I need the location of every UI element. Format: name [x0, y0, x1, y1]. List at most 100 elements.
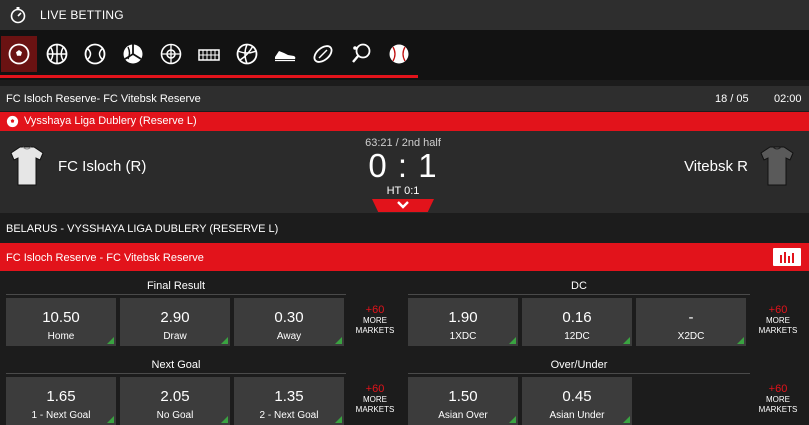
market-title-next-goal: Next Goal [151, 359, 201, 371]
odd-button-asian-under[interactable]: 0.45 Asian Under [522, 377, 632, 425]
trend-up-icon [107, 416, 114, 423]
market-divider [6, 294, 346, 295]
odd-button-draw[interactable]: 2.90 Draw [120, 298, 230, 346]
market-divider [408, 294, 750, 295]
sport-tab-ice-hockey[interactable] [191, 36, 227, 72]
sport-tab-athletics[interactable] [267, 36, 303, 72]
sport-tab-handball[interactable] [153, 36, 189, 72]
odd-button-asian-over[interactable]: 1.50 Asian Over [408, 377, 518, 425]
away-team-name: Vitebsk R [684, 158, 748, 175]
table-tennis-icon [352, 43, 371, 63]
more-markets-count: +60 [768, 383, 788, 395]
soccer-ball-icon [6, 115, 19, 131]
odd-button-x2dc[interactable]: - X2DC [636, 298, 746, 346]
odd-value: 2.05 [160, 388, 190, 405]
market-title-final-result: Final Result [146, 280, 206, 292]
market-divider [408, 373, 750, 374]
odd-value: 2.90 [160, 309, 190, 326]
more-markets-count: +60 [768, 304, 788, 316]
trend-up-icon [221, 337, 228, 344]
trend-up-icon [221, 416, 228, 423]
page-title: LIVE BETTING [40, 8, 124, 22]
odd-button-1-next-goal[interactable]: 1.65 1 - Next Goal [6, 377, 116, 425]
odd-button-12dc[interactable]: 0.16 12DC [522, 298, 632, 346]
more-markets-final-result[interactable]: +60 MORE MARKETS [352, 304, 398, 336]
odd-label: 2 - Next Goal [259, 410, 319, 421]
trend-up-icon [623, 337, 630, 344]
odd-value: 0.45 [562, 388, 592, 405]
trend-up-icon [737, 337, 744, 344]
sport-tab-volleyball[interactable] [115, 36, 151, 72]
more-markets-label: MORE MARKETS [355, 395, 395, 414]
chevron-down-icon [397, 201, 409, 209]
more-markets-over-under[interactable]: +60 MORE MARKETS [755, 383, 801, 415]
more-markets-count: +60 [365, 383, 385, 395]
sport-tab-table-tennis[interactable] [343, 36, 379, 72]
more-markets-label: MORE MARKETS [758, 395, 798, 414]
sport-tab-soccer[interactable] [1, 36, 37, 72]
trend-up-icon [509, 416, 516, 423]
away-shirt-icon [758, 145, 796, 192]
trend-up-icon [335, 416, 342, 423]
more-markets-dc[interactable]: +60 MORE MARKETS [755, 304, 801, 336]
event-bar: FC Isloch Reserve - FC Vitebsk Reserve [0, 243, 809, 271]
odd-value: 1.35 [274, 388, 304, 405]
stopwatch-icon [9, 6, 27, 29]
odd-button-no-goal[interactable]: 2.05 No Goal [120, 377, 230, 425]
league-title-row: BELARUS - VYSSHAYA LIGA DUBLERY (RESERVE… [0, 213, 809, 242]
volleyball-alt-icon [236, 43, 258, 65]
match-score: 0 : 1 [368, 147, 438, 184]
market-divider [6, 373, 346, 374]
odd-label: Away [276, 331, 302, 342]
statistics-button[interactable] [773, 248, 801, 266]
odd-button-1xdc[interactable]: 1.90 1XDC [408, 298, 518, 346]
odd-button-home[interactable]: 10.50 Home [6, 298, 116, 346]
more-markets-next-goal[interactable]: +60 MORE MARKETS [352, 383, 398, 415]
sport-tab-volleyball-alt[interactable] [229, 36, 265, 72]
market-title-over-under: Over/Under [550, 359, 608, 371]
top-bar: LIVE BETTING [0, 0, 809, 30]
match-header-title: FC Isloch Reserve- FC Vitebsk Reserve [6, 93, 201, 105]
odd-value: 0.30 [274, 309, 304, 326]
sport-tab-tennis[interactable] [77, 36, 113, 72]
odd-label: Asian Under [549, 410, 605, 421]
odd-value: 10.50 [42, 309, 80, 326]
basketball-icon [46, 43, 68, 65]
odd-value: 1.90 [448, 309, 478, 326]
odd-label: 12DC [564, 331, 590, 342]
event-title: FC Isloch Reserve - FC Vitebsk Reserve [6, 252, 204, 264]
more-markets-label: MORE MARKETS [355, 316, 395, 335]
odd-label: 1XDC [449, 331, 477, 342]
collapse-button[interactable] [372, 199, 434, 212]
sneaker-icon [275, 51, 296, 62]
trend-up-icon [509, 337, 516, 344]
odd-label: No Goal [156, 410, 194, 421]
ice-hockey-icon [198, 49, 220, 61]
tennis-ball-icon [84, 43, 106, 65]
volleyball-icon [123, 44, 143, 64]
trend-up-icon [335, 337, 342, 344]
match-header[interactable]: FC Isloch Reserve- FC Vitebsk Reserve 18… [0, 86, 809, 111]
odd-value: 1.65 [46, 388, 76, 405]
baseball-icon [389, 44, 409, 64]
odd-value: 1.50 [448, 388, 478, 405]
home-shirt-icon [10, 145, 44, 192]
odd-label: 1 - Next Goal [31, 410, 91, 421]
odd-label: X2DC [677, 331, 705, 342]
odd-button-away[interactable]: 0.30 Away [234, 298, 344, 346]
odd-label: Draw [163, 331, 187, 342]
odd-value: 0.16 [562, 309, 592, 326]
more-markets-label: MORE MARKETS [758, 316, 798, 335]
sport-tab-basketball[interactable] [39, 36, 75, 72]
league-name: Vysshaya Liga Dublery (Reserve L) [24, 115, 197, 127]
handball-icon [160, 43, 182, 65]
home-team-name: FC Isloch (R) [58, 158, 147, 175]
halftime-score: HT 0:1 [386, 185, 420, 197]
sport-tab-baseball[interactable] [381, 36, 417, 72]
market-title-dc: DC [571, 280, 587, 292]
odd-button-2-next-goal[interactable]: 1.35 2 - Next Goal [234, 377, 344, 425]
sports-active-underline [0, 75, 418, 78]
sport-tab-rugby[interactable] [305, 36, 341, 72]
match-date: 18 / 05 [715, 93, 749, 105]
more-markets-count: +60 [365, 304, 385, 316]
